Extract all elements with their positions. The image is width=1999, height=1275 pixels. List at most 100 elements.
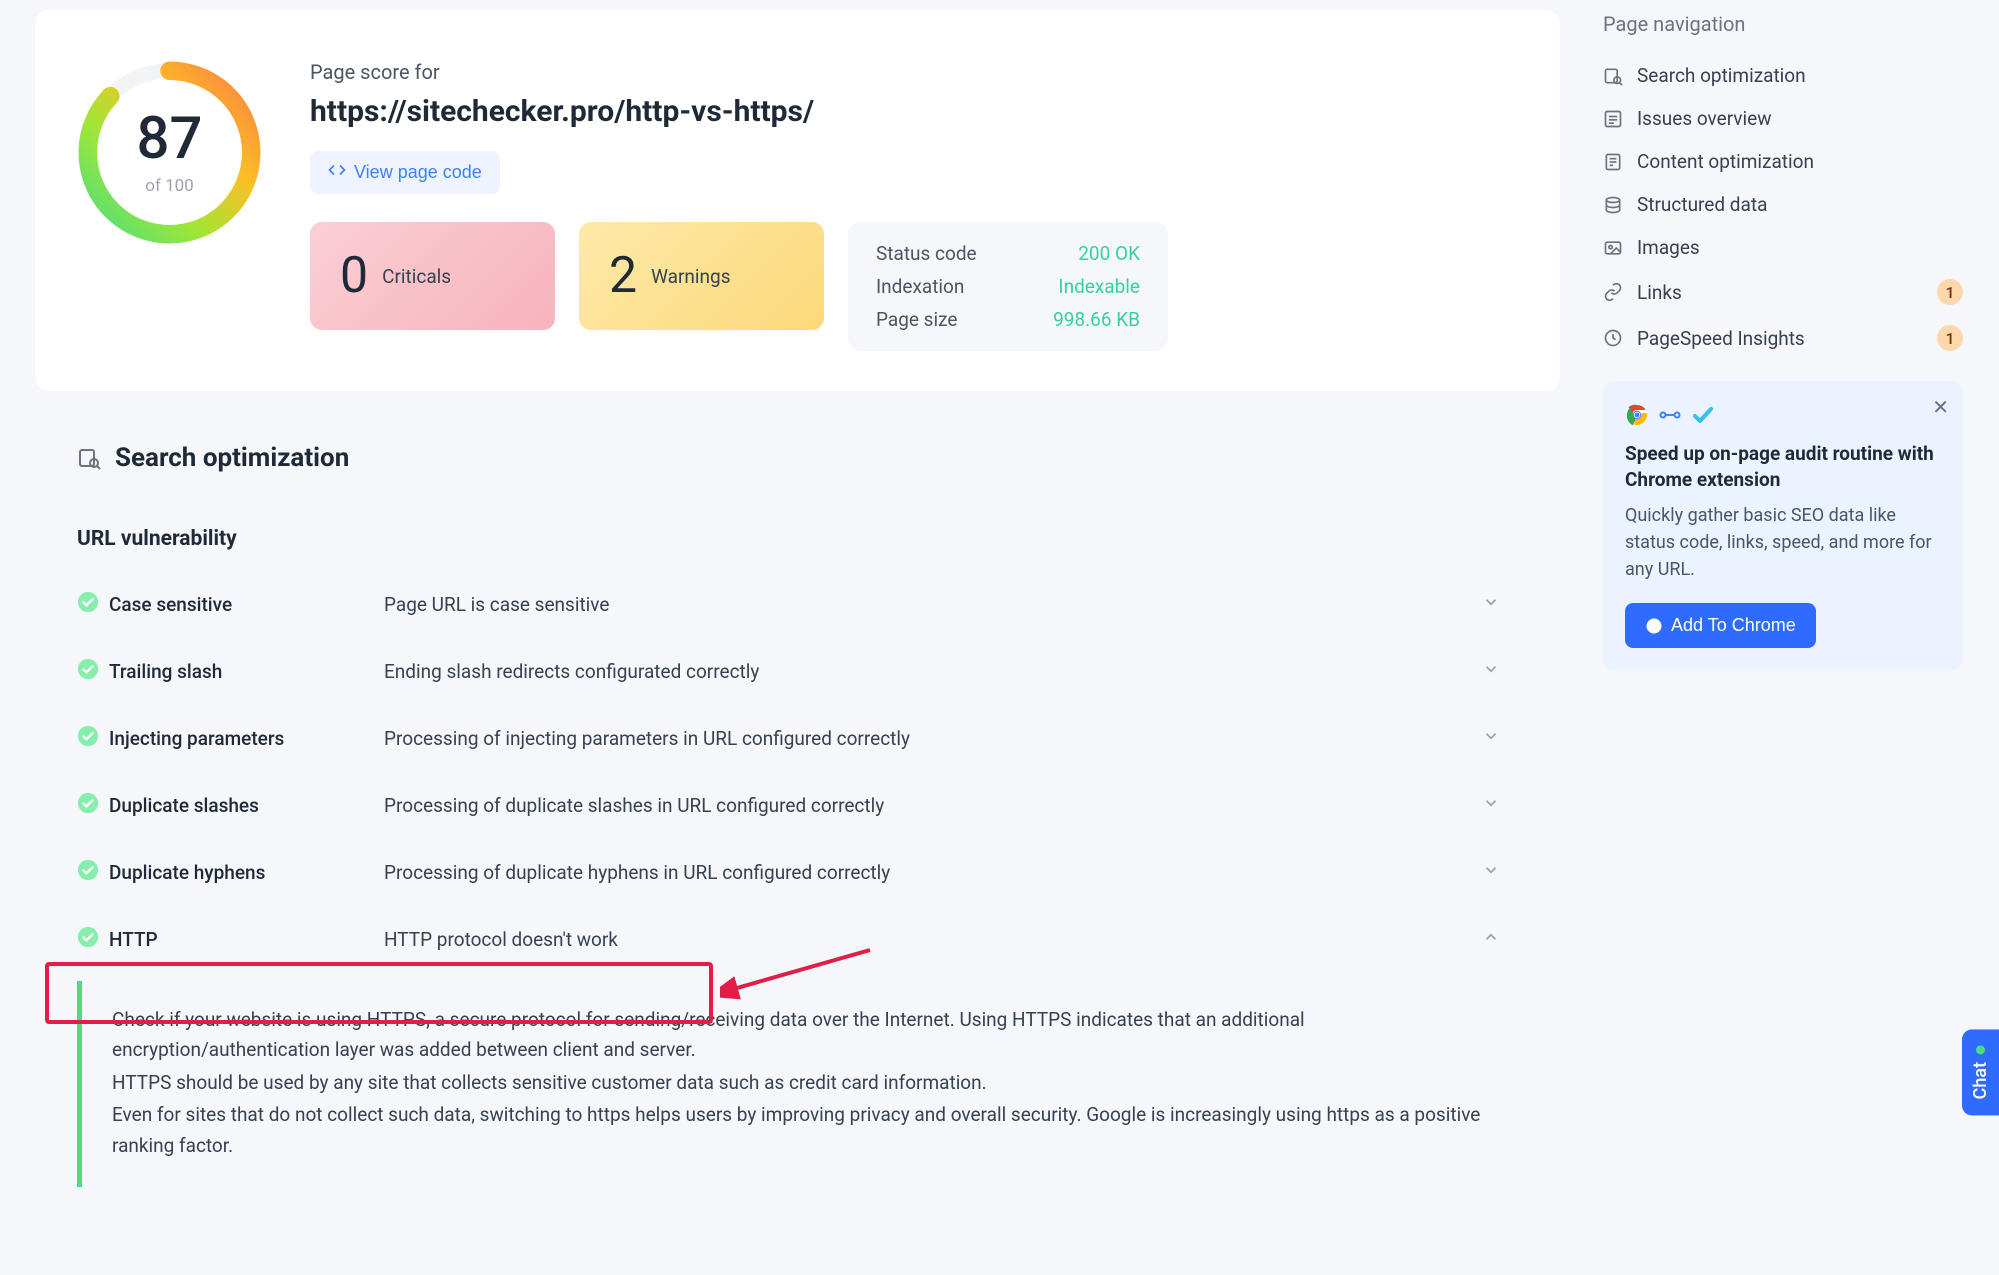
- promo-text: Quickly gather basic SEO data like statu…: [1625, 502, 1941, 583]
- link-icon: [1659, 408, 1681, 422]
- check-ok-icon: [77, 591, 109, 618]
- nav-item-links[interactable]: Links 1: [1603, 269, 1963, 315]
- check-name: Duplicate hyphens: [109, 861, 384, 884]
- nav-item-pagespeed-insights[interactable]: PageSpeed Insights 1: [1603, 315, 1963, 361]
- indexation-label: Indexation: [876, 275, 983, 298]
- nav-icon: [1603, 152, 1623, 172]
- subsection-title: URL vulnerability: [77, 527, 1560, 551]
- nav-icon: [1603, 66, 1623, 86]
- view-page-code-button[interactable]: View page code: [310, 151, 500, 194]
- page-size-label: Page size: [876, 308, 983, 331]
- check-ok-icon: [77, 725, 109, 752]
- promo-card: ✕ Speed up on-page audit routine with Ch…: [1603, 381, 1963, 670]
- check-row-trailing-slash[interactable]: Trailing slashEnding slash redirects con…: [77, 638, 1518, 705]
- nav-item-issues-overview[interactable]: Issues overview: [1603, 97, 1963, 140]
- check-row-duplicate-hyphens[interactable]: Duplicate hyphensProcessing of duplicate…: [77, 839, 1518, 906]
- criticals-label: Criticals: [382, 265, 451, 288]
- page-url: https://sitechecker.pro/http-vs-https/: [310, 94, 1518, 129]
- nav-badge: 1: [1937, 325, 1963, 351]
- nav-label: Links: [1637, 281, 1682, 304]
- nav-icon: [1603, 109, 1623, 129]
- nav-badge: 1: [1937, 279, 1963, 305]
- online-dot-icon: [1976, 1045, 1985, 1054]
- add-to-chrome-button[interactable]: Add To Chrome: [1625, 603, 1816, 648]
- status-code-label: Status code: [876, 242, 983, 265]
- nav-label: Images: [1637, 236, 1700, 259]
- check-row-duplicate-slashes[interactable]: Duplicate slashesProcessing of duplicate…: [77, 772, 1518, 839]
- check-name: HTTP: [109, 928, 384, 951]
- check-ok-icon: [77, 792, 109, 819]
- nav-item-images[interactable]: Images: [1603, 226, 1963, 269]
- chevron-down-icon: [1482, 727, 1518, 750]
- search-optimization-icon: [77, 446, 101, 470]
- check-name: Duplicate slashes: [109, 794, 384, 817]
- promo-title: Speed up on-page audit routine with Chro…: [1625, 441, 1941, 492]
- chevron-down-icon: [1482, 861, 1518, 884]
- check-desc: Processing of duplicate slashes in URL c…: [384, 794, 1482, 817]
- check-list: Case sensitivePage URL is case sensitive…: [77, 571, 1518, 973]
- status-code-value: 200 OK: [1053, 242, 1140, 265]
- check-desc: Ending slash redirects configurated corr…: [384, 660, 1482, 683]
- nav-item-search-optimization[interactable]: Search optimization: [1603, 54, 1963, 97]
- score-card: 87 of 100 Page score for https://siteche…: [35, 10, 1560, 391]
- warnings-count: 2: [609, 251, 637, 301]
- promo-btn-label: Add To Chrome: [1671, 615, 1796, 636]
- check-ok-icon: [77, 926, 109, 953]
- nav-label: Issues overview: [1637, 107, 1771, 130]
- nav-label: PageSpeed Insights: [1637, 327, 1805, 350]
- nav-list: Search optimization Issues overview Conten…: [1603, 54, 1963, 361]
- check-desc: Processing of duplicate hyphens in URL c…: [384, 861, 1482, 884]
- page-info-box: Status code 200 OK Indexation Indexable …: [848, 222, 1168, 351]
- warnings-box[interactable]: 2 Warnings: [579, 222, 824, 330]
- indexation-value: Indexable: [1053, 275, 1140, 298]
- nav-icon: [1603, 282, 1623, 302]
- expanded-text-3: Even for sites that do not collect such …: [112, 1100, 1488, 1161]
- score-of: of 100: [145, 176, 194, 196]
- nav-label: Content optimization: [1637, 150, 1814, 173]
- check-row-case-sensitive[interactable]: Case sensitivePage URL is case sensitive: [77, 571, 1518, 638]
- code-icon: [328, 161, 346, 184]
- check-desc: Page URL is case sensitive: [384, 593, 1482, 616]
- promo-icons: [1625, 403, 1941, 427]
- nav-icon: [1603, 238, 1623, 258]
- check-ok-icon: [77, 859, 109, 886]
- section-header: Search optimization: [77, 443, 1560, 473]
- check-name: Injecting parameters: [109, 727, 384, 750]
- http-expanded-panel: Check if your website is using HTTPS, a …: [77, 981, 1518, 1187]
- check-desc: Processing of injecting parameters in UR…: [384, 727, 1482, 750]
- page-score-label: Page score for: [310, 60, 1518, 84]
- check-name: Trailing slash: [109, 660, 384, 683]
- nav-icon: [1603, 328, 1623, 348]
- criticals-count: 0: [340, 251, 368, 301]
- chat-label: Chat: [1970, 1062, 1991, 1099]
- check-row-injecting-parameters[interactable]: Injecting parametersProcessing of inject…: [77, 705, 1518, 772]
- page-navigation-title: Page navigation: [1603, 12, 1963, 36]
- chevron-down-icon: [1482, 794, 1518, 817]
- warnings-label: Warnings: [651, 265, 730, 288]
- chrome-small-icon: [1645, 617, 1663, 635]
- chevron-up-icon: [1482, 928, 1518, 951]
- nav-label: Search optimization: [1637, 64, 1806, 87]
- page-size-value: 998.66 KB: [1053, 308, 1140, 331]
- view-code-label: View page code: [354, 162, 482, 183]
- nav-icon: [1603, 195, 1623, 215]
- chat-button[interactable]: Chat: [1962, 1029, 1999, 1115]
- chevron-down-icon: [1482, 660, 1518, 683]
- check-desc: HTTP protocol doesn't work: [384, 928, 1482, 951]
- check-row-http[interactable]: HTTPHTTP protocol doesn't work: [77, 906, 1518, 973]
- chevron-down-icon: [1482, 593, 1518, 616]
- criticals-box[interactable]: 0 Criticals: [310, 222, 555, 330]
- nav-label: Structured data: [1637, 193, 1767, 216]
- check-icon: [1691, 403, 1715, 427]
- chrome-icon: [1625, 403, 1649, 427]
- score-value: 87: [137, 110, 203, 168]
- check-name: Case sensitive: [109, 593, 384, 616]
- close-icon[interactable]: ✕: [1932, 395, 1949, 419]
- check-ok-icon: [77, 658, 109, 685]
- expanded-text-2: HTTPS should be used by any site that co…: [112, 1068, 1488, 1098]
- section-title: Search optimization: [115, 443, 349, 473]
- score-ring: 87 of 100: [77, 60, 262, 245]
- nav-item-content-optimization[interactable]: Content optimization: [1603, 140, 1963, 183]
- expanded-text-1: Check if your website is using HTTPS, a …: [112, 1005, 1488, 1066]
- nav-item-structured-data[interactable]: Structured data: [1603, 183, 1963, 226]
